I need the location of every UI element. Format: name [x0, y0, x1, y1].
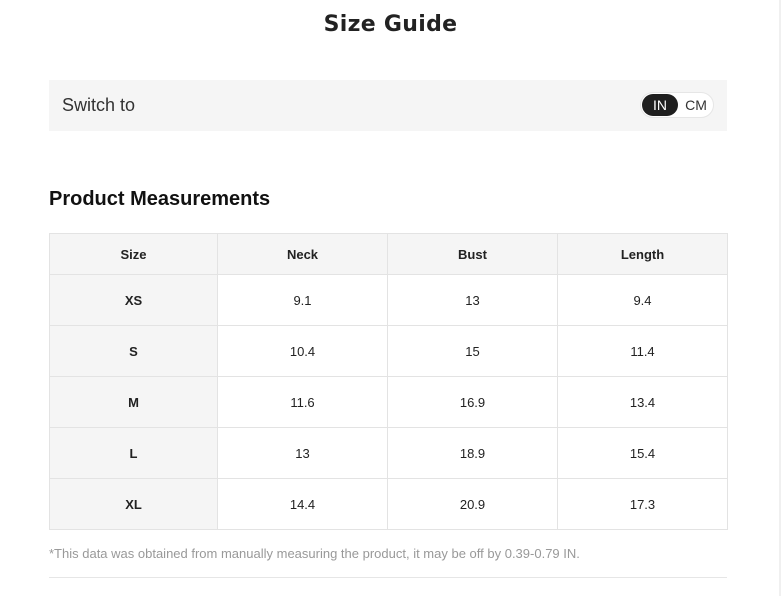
unit-toggle[interactable]: IN CM [640, 92, 714, 118]
length-cell: 15.4 [557, 427, 728, 479]
neck-cell: 14.4 [217, 478, 388, 530]
divider [49, 577, 727, 578]
table-row: M 11.6 16.9 13.4 [49, 376, 728, 428]
bust-cell: 15 [387, 325, 558, 377]
table-row: S 10.4 15 11.4 [49, 325, 728, 377]
measurement-note: *This data was obtained from manually me… [49, 546, 580, 561]
unit-option-in[interactable]: IN [642, 94, 678, 116]
page-title: Size Guide [323, 12, 458, 37]
bust-cell: 18.9 [387, 427, 558, 479]
neck-cell: 11.6 [217, 376, 388, 428]
size-cell: XS [49, 274, 218, 326]
column-header-length: Length [557, 233, 728, 275]
neck-cell: 9.1 [217, 274, 388, 326]
unit-option-cm[interactable]: CM [679, 94, 713, 116]
length-cell: 9.4 [557, 274, 728, 326]
size-guide-page: Size Guide Switch to IN CM Product Measu… [0, 0, 781, 596]
column-header-size: Size [49, 233, 218, 275]
bust-cell: 20.9 [387, 478, 558, 530]
bust-cell: 16.9 [387, 376, 558, 428]
column-header-bust: Bust [387, 233, 558, 275]
unit-switch-bar: Switch to IN CM [49, 80, 727, 131]
neck-cell: 10.4 [217, 325, 388, 377]
length-cell: 13.4 [557, 376, 728, 428]
length-cell: 11.4 [557, 325, 728, 377]
table-row: XL 14.4 20.9 17.3 [49, 478, 728, 530]
size-cell: L [49, 427, 218, 479]
length-cell: 17.3 [557, 478, 728, 530]
size-cell: XL [49, 478, 218, 530]
table-row: L 13 18.9 15.4 [49, 427, 728, 479]
table-row: XS 9.1 13 9.4 [49, 274, 728, 326]
table-header-row: Size Neck Bust Length [49, 233, 728, 275]
neck-cell: 13 [217, 427, 388, 479]
size-cell: S [49, 325, 218, 377]
switch-label: Switch to [62, 95, 136, 115]
size-cell: M [49, 376, 218, 428]
column-header-neck: Neck [217, 233, 388, 275]
measurements-table: Size Neck Bust Length XS 9.1 13 9.4 S 10… [49, 233, 728, 530]
section-title: Product Measurements [49, 188, 271, 210]
bust-cell: 13 [387, 274, 558, 326]
